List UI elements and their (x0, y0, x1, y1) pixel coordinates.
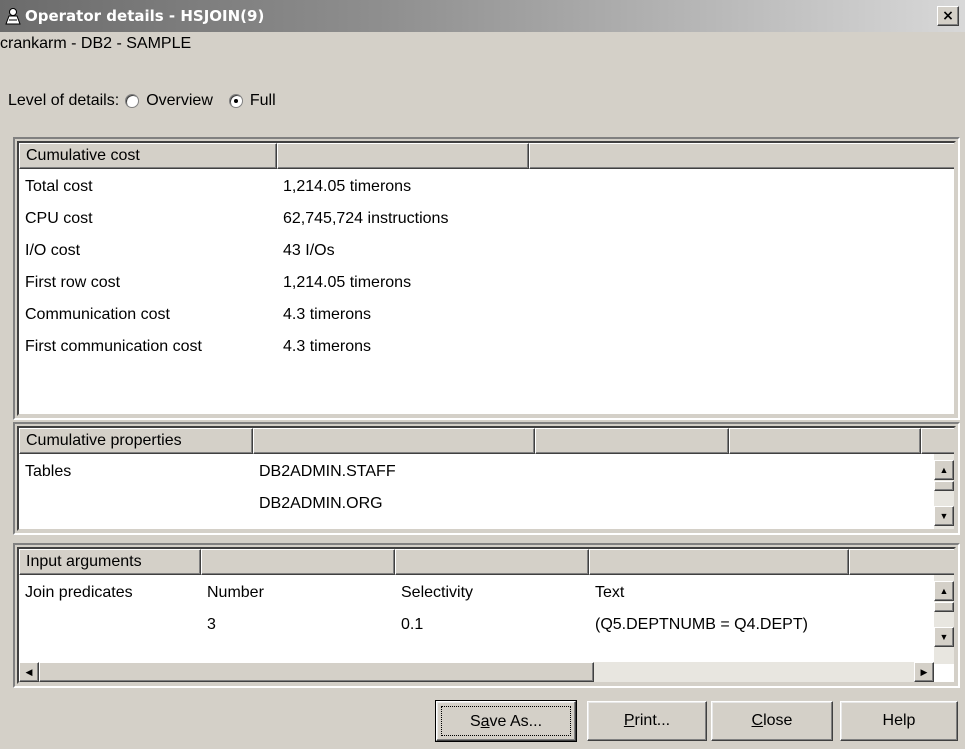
cost-value: 43 I/Os (283, 242, 335, 259)
column-header-selectivity[interactable] (395, 549, 589, 575)
argument-text: Text (595, 584, 625, 601)
cost-value: 62,745,724 instructions (283, 210, 449, 227)
cost-name: First communication cost (25, 338, 202, 355)
print-button[interactable]: Print... (587, 701, 707, 741)
help-button[interactable]: Help (840, 701, 958, 741)
cost-name: I/O cost (25, 242, 81, 259)
level-of-details-label: Level of details: (8, 92, 120, 109)
save-as-button[interactable]: Save As... (435, 700, 577, 742)
operator-icon (5, 8, 21, 25)
close-icon: × (942, 8, 954, 24)
cost-value: 1,214.05 timerons (283, 274, 412, 291)
scroll-thumb[interactable] (934, 602, 954, 612)
close-button[interactable]: Close (711, 701, 833, 741)
radio-full-label: Full (249, 92, 276, 109)
argument-selectivity: Selectivity (401, 584, 474, 601)
focus-ring: Save As... (441, 706, 571, 736)
column-header-value[interactable] (277, 143, 529, 169)
scroll-up-icon[interactable]: ▲ (934, 581, 954, 601)
close-window-button[interactable]: × (937, 6, 959, 26)
cumulative-cost-header: Cumulative cost (19, 143, 954, 169)
properties-vertical-scrollbar[interactable]: ▲ ▼ (934, 454, 954, 529)
cumulative-properties-panel: Cumulative properties Tables DB2ADMIN.ST… (13, 422, 960, 535)
argument-number: 3 (207, 616, 216, 633)
cost-value: 1,214.05 timerons (283, 178, 412, 195)
scroll-down-icon[interactable]: ▼ (934, 627, 954, 647)
radio-overview-label: Overview (146, 92, 213, 109)
cumulative-properties-table: Cumulative properties Tables DB2ADMIN.ST… (17, 426, 956, 531)
scroll-up-icon[interactable]: ▲ (934, 460, 954, 480)
column-header-extra-2[interactable] (729, 428, 921, 454)
radio-full-button[interactable] (228, 94, 243, 108)
arguments-vertical-scrollbar[interactable]: ▲ ▼ (934, 575, 954, 664)
scroll-left-icon[interactable]: ◀ (19, 662, 39, 682)
cumulative-cost-table: Cumulative cost Total cost 1,214.05 time… (17, 141, 956, 416)
property-value: DB2ADMIN.STAFF (259, 463, 396, 480)
cost-name: Communication cost (25, 306, 170, 323)
column-header-input-arguments[interactable]: Input arguments (19, 549, 201, 575)
connection-label: crankarm - DB2 - SAMPLE (0, 35, 192, 52)
radio-full[interactable]: Full (228, 92, 276, 110)
column-header-extra[interactable] (849, 549, 954, 575)
argument-number: Number (207, 584, 264, 601)
cost-name: First row cost (25, 274, 121, 291)
window-title: Operator details - HSJOIN(9) (25, 7, 265, 25)
input-arguments-panel: Input arguments Join predicates Number S… (13, 543, 960, 688)
column-header-cumulative-cost[interactable]: Cumulative cost (19, 143, 277, 169)
level-of-details: Level of details: Overview Full (8, 88, 292, 114)
scroll-thumb[interactable] (934, 481, 954, 491)
scroll-thumb[interactable] (39, 662, 594, 682)
column-header-cumulative-properties[interactable]: Cumulative properties (19, 428, 253, 454)
input-arguments-table: Input arguments Join predicates Number S… (17, 547, 956, 684)
cumulative-properties-header: Cumulative properties (19, 428, 954, 454)
argument-name: Join predicates (25, 584, 133, 601)
column-header-value[interactable] (253, 428, 535, 454)
cost-value: 4.3 timerons (283, 306, 372, 323)
column-header-text[interactable] (589, 549, 849, 575)
property-name: Tables (25, 463, 72, 480)
scroll-down-icon[interactable]: ▼ (934, 506, 954, 526)
column-header-number[interactable] (201, 549, 395, 575)
cumulative-cost-panel: Cumulative cost Total cost 1,214.05 time… (13, 137, 960, 420)
column-header-extra-3[interactable] (921, 428, 954, 454)
argument-selectivity: 0.1 (401, 616, 424, 633)
column-header-extra[interactable] (529, 143, 954, 169)
title-bar: Operator details - HSJOIN(9) × (0, 0, 965, 32)
input-arguments-header: Input arguments (19, 549, 954, 575)
arguments-horizontal-scrollbar[interactable]: ◀ ▶ (19, 662, 934, 682)
property-value: DB2ADMIN.ORG (259, 495, 383, 512)
cost-name: Total cost (25, 178, 93, 195)
radio-overview-button[interactable] (125, 94, 140, 108)
column-header-extra-1[interactable] (535, 428, 729, 454)
cost-value: 4.3 timerons (283, 338, 372, 355)
scroll-right-icon[interactable]: ▶ (914, 662, 934, 682)
cost-name: CPU cost (25, 210, 93, 227)
argument-text: (Q5.DEPTNUMB = Q4.DEPT) (595, 616, 808, 633)
radio-overview[interactable]: Overview (125, 92, 213, 110)
